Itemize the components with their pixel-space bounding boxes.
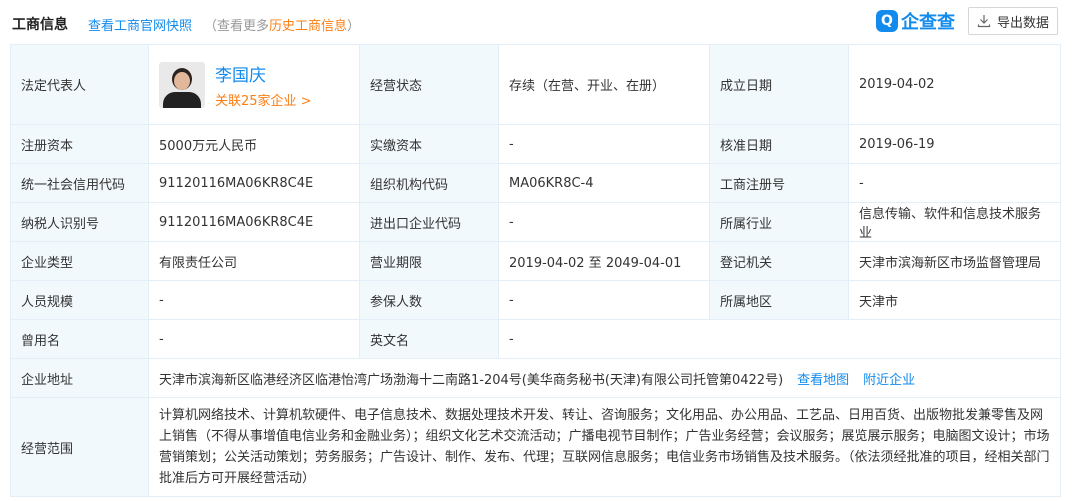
table-row: 经营范围 计算机网络技术、计算机软硬件、电子信息技术、数据处理技术开发、转让、咨… (10, 397, 1061, 497)
business-scope-value: 计算机网络技术、计算机软硬件、电子信息技术、数据处理技术开发、转让、咨询服务；文… (148, 397, 1061, 497)
history-prefix: （查看更多 (204, 19, 270, 34)
paid-capital-value: - (498, 124, 710, 164)
view-map-link[interactable]: 查看地图 (797, 373, 849, 388)
export-data-button[interactable]: 导出数据 (968, 7, 1058, 35)
download-icon (977, 15, 991, 28)
legal-rep-avatar[interactable] (159, 61, 205, 108)
founded-label: 成立日期 (709, 44, 849, 125)
qichacha-logo-icon: Q (876, 10, 898, 32)
table-row: 企业类型 有限责任公司 营业期限 2019-04-02 至 2049-04-01… (10, 241, 1061, 281)
import-export-value: - (498, 202, 710, 242)
import-export-label: 进出口企业代码 (359, 202, 499, 242)
legal-rep-label: 法定代表人 (10, 44, 149, 125)
address-label: 企业地址 (10, 358, 149, 398)
credit-code-value: 91120116MA06KR8C4E (148, 163, 360, 203)
approve-date-label: 核准日期 (709, 124, 849, 164)
business-term-value: 2019-04-02 至 2049-04-01 (498, 241, 710, 281)
authority-value: 天津市滨海新区市场监督管理局 (848, 241, 1061, 281)
nearby-companies-link[interactable]: 附近企业 (863, 373, 915, 388)
former-name-value: - (148, 319, 360, 359)
biz-reg-label: 工商注册号 (709, 163, 849, 203)
region-value: 天津市 (848, 280, 1061, 320)
table-row: 企业地址 天津市滨海新区临港经济区临港怡湾广场渤海十二南路1-204号(美华商务… (10, 358, 1061, 398)
company-type-label: 企业类型 (10, 241, 149, 281)
staff-size-label: 人员规模 (10, 280, 149, 320)
table-row: 法定代表人 李国庆 关联25家企业 > 经营状态 存续（在营、开业、在册） 成立… (10, 44, 1061, 125)
table-row: 曾用名 - 英文名 - (10, 319, 1061, 359)
founded-value: 2019-04-02 (848, 44, 1061, 125)
related-companies-link[interactable]: 关联25家企业 > (215, 90, 312, 109)
insured-label: 参保人数 (359, 280, 499, 320)
industry-label: 所属行业 (709, 202, 849, 242)
section-header: 工商信息 查看工商官网快照 （查看更多历史工商信息） Q 企查查 导出数据 (0, 0, 1080, 44)
section-title: 工商信息 (12, 17, 68, 33)
industry-value: 信息传输、软件和信息技术服务业 (848, 202, 1061, 242)
org-code-label: 组织机构代码 (359, 163, 499, 203)
history-suffix: ） (347, 19, 361, 34)
address-value: 天津市滨海新区临港经济区临港怡湾广场渤海十二南路1-204号(美华商务秘书(天津… (159, 372, 784, 388)
insured-value: - (498, 280, 710, 320)
authority-label: 登记机关 (709, 241, 849, 281)
company-type-value: 有限责任公司 (148, 241, 360, 281)
region-label: 所属地区 (709, 280, 849, 320)
taxpayer-label: 纳税人识别号 (10, 202, 149, 242)
status-value: 存续（在营、开业、在册） (498, 44, 710, 125)
paid-capital-label: 实缴资本 (359, 124, 499, 164)
reg-capital-value: 5000万元人民币 (148, 124, 360, 164)
taxpayer-value: 91120116MA06KR8C4E (148, 202, 360, 242)
business-term-label: 营业期限 (359, 241, 499, 281)
history-info-note: （查看更多历史工商信息） (204, 15, 360, 34)
english-name-value: - (498, 319, 1061, 359)
legal-rep-cell: 李国庆 关联25家企业 > (148, 44, 360, 125)
qichacha-logo-text: 企查查 (901, 12, 955, 33)
table-row: 人员规模 - 参保人数 - 所属地区 天津市 (10, 280, 1061, 320)
legal-rep-name-link[interactable]: 李国庆 (215, 61, 312, 86)
approve-date-value: 2019-06-19 (848, 124, 1061, 164)
qichacha-logo: Q 企查查 (876, 8, 955, 34)
history-info-link[interactable]: 历史工商信息 (269, 19, 347, 34)
table-row: 统一社会信用代码 91120116MA06KR8C4E 组织机构代码 MA06K… (10, 163, 1061, 203)
status-label: 经营状态 (359, 44, 499, 125)
business-info-table: 法定代表人 李国庆 关联25家企业 > 经营状态 存续（在营、开业、在册） 成立… (10, 44, 1061, 497)
org-code-value: MA06KR8C-4 (498, 163, 710, 203)
staff-size-value: - (148, 280, 360, 320)
address-cell: 天津市滨海新区临港经济区临港怡湾广场渤海十二南路1-204号(美华商务秘书(天津… (148, 358, 1061, 398)
export-data-label: 导出数据 (996, 14, 1049, 30)
official-snapshot-link[interactable]: 查看工商官网快照 (88, 15, 192, 34)
table-row: 纳税人识别号 91120116MA06KR8C4E 进出口企业代码 - 所属行业… (10, 202, 1061, 242)
business-scope-label: 经营范围 (10, 397, 149, 497)
english-name-label: 英文名 (359, 319, 499, 359)
table-row: 注册资本 5000万元人民币 实缴资本 - 核准日期 2019-06-19 (10, 124, 1061, 164)
biz-reg-value: - (848, 163, 1061, 203)
former-name-label: 曾用名 (10, 319, 149, 359)
credit-code-label: 统一社会信用代码 (10, 163, 149, 203)
reg-capital-label: 注册资本 (10, 124, 149, 164)
